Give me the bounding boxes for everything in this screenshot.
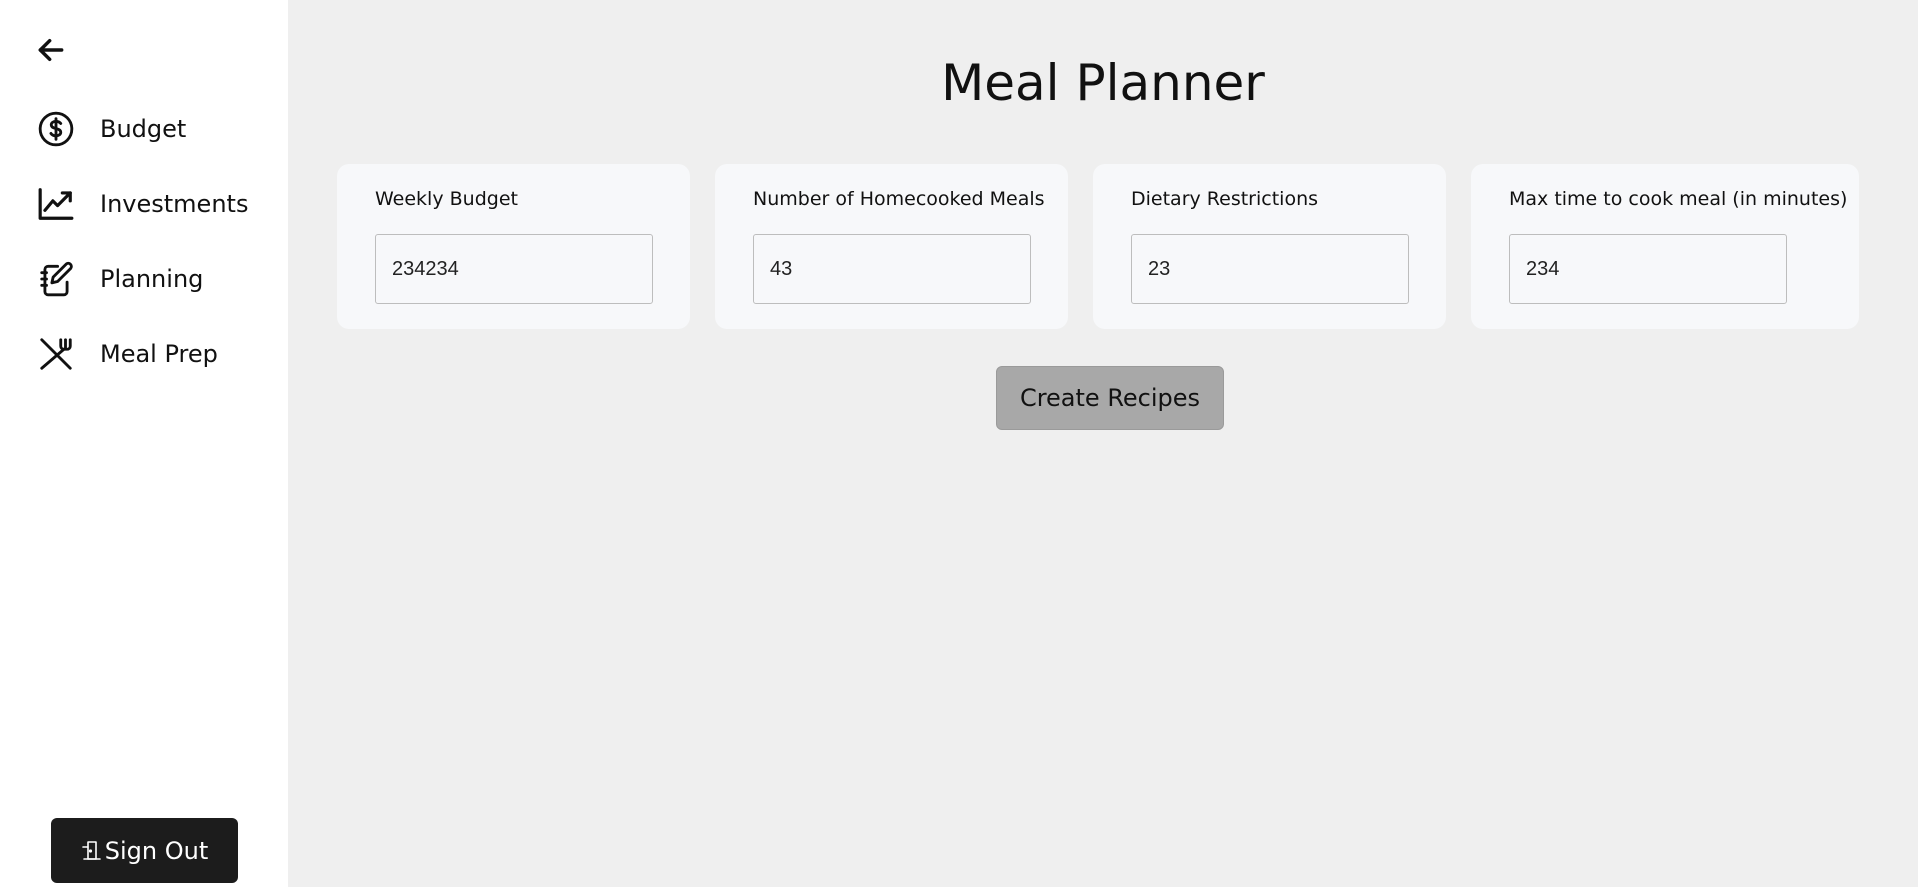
sidebar-item-investments[interactable]: Investments xyxy=(36,184,248,224)
sidebar-item-meal-prep[interactable]: Meal Prep xyxy=(36,334,218,374)
sidebar-item-label: Meal Prep xyxy=(100,340,218,368)
utensils-crossed-icon xyxy=(36,334,76,374)
max-cook-time-label: Max time to cook meal (in minutes) xyxy=(1509,188,1848,210)
sidebar-item-label: Planning xyxy=(100,265,204,293)
max-cook-time-input[interactable] xyxy=(1509,234,1787,304)
dietary-restrictions-input[interactable] xyxy=(1131,234,1409,304)
dollar-circle-icon xyxy=(36,109,76,149)
door-exit-icon xyxy=(81,839,103,863)
back-button[interactable] xyxy=(34,34,68,66)
page-title: Meal Planner xyxy=(941,54,1265,112)
sidebar-item-budget[interactable]: Budget xyxy=(36,109,186,149)
sign-out-label: Sign Out xyxy=(104,836,209,865)
weekly-budget-label: Weekly Budget xyxy=(375,188,518,210)
sidebar-item-label: Investments xyxy=(100,190,249,218)
homecooked-meals-input[interactable] xyxy=(753,234,1031,304)
create-recipes-button[interactable]: Create Recipes xyxy=(996,366,1224,430)
notebook-pen-icon xyxy=(36,259,76,299)
max-cook-time-card: Max time to cook meal (in minutes) xyxy=(1471,164,1859,329)
sidebar: Budget Investments Planning Meal Prep Si… xyxy=(0,0,288,887)
homecooked-meals-label: Number of Homecooked Meals xyxy=(753,188,1045,210)
app: Budget Investments Planning Meal Prep Si… xyxy=(0,0,1918,887)
weekly-budget-card: Weekly Budget xyxy=(337,164,690,329)
sidebar-item-label: Budget xyxy=(100,115,187,143)
arrow-left-icon xyxy=(38,38,64,62)
chart-line-icon xyxy=(36,184,76,224)
sidebar-item-planning[interactable]: Planning xyxy=(36,259,203,299)
dietary-restrictions-label: Dietary Restrictions xyxy=(1131,188,1319,210)
weekly-budget-input[interactable] xyxy=(375,234,653,304)
homecooked-meals-card: Number of Homecooked Meals xyxy=(715,164,1068,329)
dietary-restrictions-card: Dietary Restrictions xyxy=(1093,164,1446,329)
sign-out-button[interactable]: Sign Out xyxy=(51,818,238,883)
